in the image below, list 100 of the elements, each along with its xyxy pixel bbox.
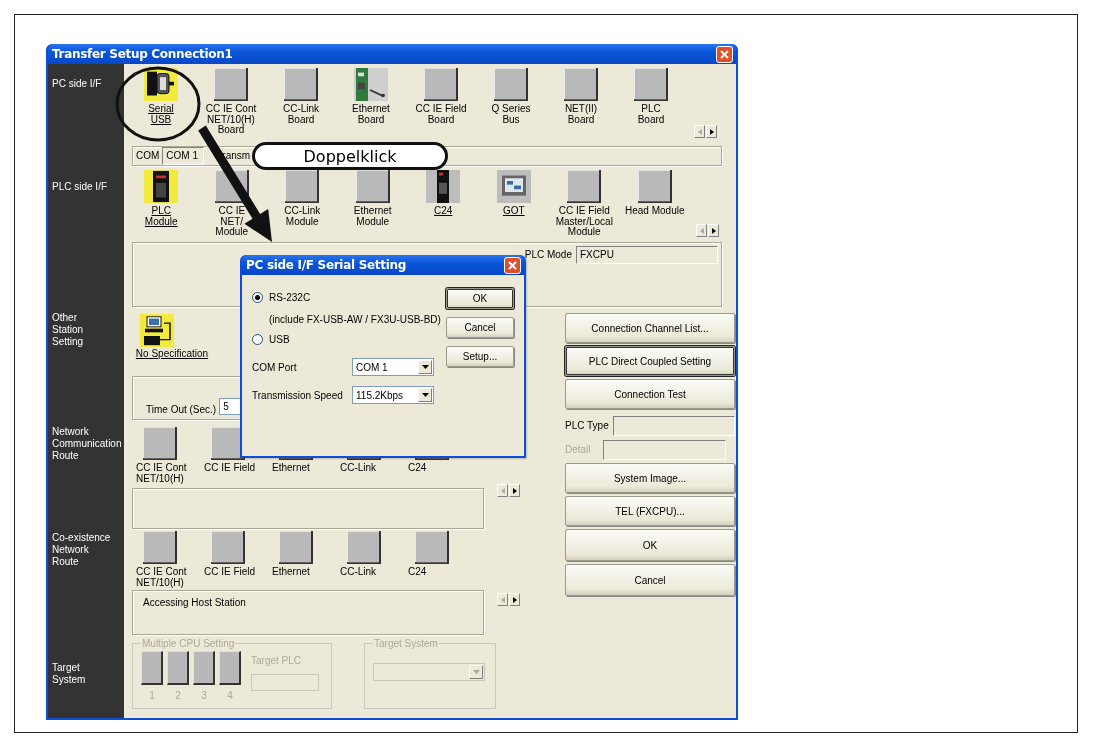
interface-option[interactable]: CC IE Cont NET/10(H): [126, 531, 194, 588]
blank-tile-icon: [285, 170, 320, 203]
plc-type-field[interactable]: [612, 415, 735, 436]
interface-option[interactable]: CC IE Field: [194, 531, 262, 578]
left-arrow-icon: [499, 486, 506, 495]
plc-mode-field[interactable]: FXCPU: [576, 245, 718, 264]
interface-option[interactable]: CC IE Field Master/Local Module: [549, 170, 620, 238]
detail-field[interactable]: [602, 439, 726, 460]
interface-option[interactable]: CC-Link Board: [266, 68, 336, 125]
scroll-left-button[interactable]: [497, 484, 508, 497]
com-label: COM: [136, 150, 160, 161]
interface-option[interactable]: PLC Module: [126, 170, 197, 227]
scroll-left-button[interactable]: [694, 125, 705, 138]
speed-dropdown[interactable]: 115.2Kbps: [352, 386, 434, 404]
group-title: Target System: [373, 638, 439, 649]
speed-label: Transmission Speed: [252, 389, 344, 401]
interface-option[interactable]: No Specification: [124, 310, 214, 360]
right-arrow-icon: [708, 127, 715, 136]
close-button[interactable]: [504, 256, 521, 274]
scroll-right-button[interactable]: [509, 593, 520, 606]
blank-tile-icon: [143, 427, 177, 460]
dialog-button[interactable]: OK: [565, 529, 735, 561]
blank-tile-icon: [634, 68, 668, 101]
dialog-button[interactable]: System Image...: [565, 463, 735, 493]
interface-option[interactable]: CC-Link Module: [267, 170, 338, 227]
scroll-right-button[interactable]: [706, 125, 717, 138]
left-arrow-icon: [499, 595, 506, 604]
interface-option[interactable]: CC IE Field Board: [406, 68, 476, 125]
scroll-right-button[interactable]: [708, 224, 719, 237]
blank-tile-icon: [355, 170, 390, 203]
window-title: Transfer Setup Connection1: [52, 47, 233, 61]
interface-option[interactable]: CC-Link: [330, 531, 398, 578]
blank-tile-icon: [564, 68, 598, 101]
module-icon: [426, 170, 461, 203]
blank-tile-icon: [211, 531, 245, 564]
interface-option[interactable]: C24: [398, 531, 466, 578]
plc-module-icon: [144, 170, 179, 203]
dialog-title: PC side I/F Serial Setting: [246, 258, 407, 272]
interface-option[interactable]: PLC Board: [616, 68, 686, 125]
interface-option[interactable]: C24: [408, 170, 479, 217]
blank-tile-icon: [214, 68, 248, 101]
blank-tile-icon: [279, 531, 313, 564]
dialog-button[interactable]: TEL (FXCPU)...: [565, 496, 735, 526]
blank-tile-icon: [567, 170, 602, 203]
blank-tile-icon: [424, 68, 458, 101]
circuit-board-icon: [354, 68, 388, 101]
dropdown-arrow-icon: [421, 365, 429, 369]
dialog-button[interactable]: Connection Test: [565, 379, 735, 409]
dialog-button[interactable]: PLC Direct Coupled Setting: [565, 346, 735, 376]
interface-option[interactable]: Ethernet Board: [336, 68, 406, 125]
scroll-left-button[interactable]: [497, 593, 508, 606]
close-button[interactable]: [716, 45, 733, 63]
plc-mode-label: PLC Mode: [524, 249, 572, 260]
section-label: PLC side I/F: [51, 180, 109, 193]
slot-number: 4: [227, 690, 233, 701]
slot-number: 2: [175, 690, 181, 701]
interface-option[interactable]: CC IE Cont NET/10(H): [126, 427, 194, 484]
route-status: Accessing Host Station: [143, 597, 246, 610]
interface-option[interactable]: Ethernet: [262, 531, 330, 578]
right-arrow-icon: [710, 226, 717, 235]
close-icon: [508, 260, 517, 270]
blank-tile-icon: [415, 531, 449, 564]
dialog-button[interactable]: Cancel: [565, 564, 735, 596]
interface-option[interactable]: Q Series Bus: [476, 68, 546, 125]
interface-option[interactable]: NET(II) Board: [546, 68, 616, 125]
com-field[interactable]: COM 1: [162, 146, 205, 165]
interface-option[interactable]: GOT: [478, 170, 549, 217]
scroll-left-button[interactable]: [696, 224, 707, 237]
dropdown-arrow-icon: [421, 393, 429, 397]
right-arrow-icon: [511, 486, 518, 495]
monitor-icon: [496, 170, 531, 203]
blank-tile-icon: [494, 68, 528, 101]
callout-label: Doppelklick: [252, 142, 448, 170]
right-arrow-icon: [511, 595, 518, 604]
com-port-dropdown[interactable]: COM 1: [352, 358, 434, 376]
group-title: Multiple CPU Setting: [141, 638, 236, 649]
dialog-button[interactable]: Cancel: [446, 317, 514, 338]
dialog-button[interactable]: OK: [446, 288, 514, 309]
scroll-right-button[interactable]: [509, 484, 520, 497]
section-label: Co-existence Network Route: [51, 531, 112, 568]
blank-tile-icon: [143, 531, 177, 564]
dialog-button[interactable]: Setup...: [446, 346, 514, 367]
com-port-label: COM Port: [252, 361, 298, 373]
radio-option[interactable]: USB: [252, 330, 446, 348]
interface-option[interactable]: Head Module: [619, 170, 690, 217]
dropdown-arrow-icon: [472, 670, 480, 674]
slot-number: 3: [201, 690, 207, 701]
interface-option[interactable]: Ethernet Module: [337, 170, 408, 227]
close-icon: [720, 49, 729, 59]
dialog-button[interactable]: Connection Channel List...: [565, 313, 735, 343]
option-note: (include FX-USB-AW / FX3U-USB-BD): [268, 313, 442, 327]
timeout-label: Time Out (Sec.): [146, 404, 217, 415]
interface-option[interactable]: Serial USB: [126, 68, 196, 125]
section-label: Other Station Setting: [51, 311, 85, 348]
interface-option[interactable]: CC IE Cont NET/10(H) Board: [196, 68, 266, 136]
target-plc-label: Target PLC: [251, 655, 303, 666]
blank-tile-icon: [637, 170, 672, 203]
left-arrow-icon: [698, 226, 705, 235]
slot-number: 1: [149, 690, 155, 701]
detail-label: Detail: [565, 444, 591, 455]
